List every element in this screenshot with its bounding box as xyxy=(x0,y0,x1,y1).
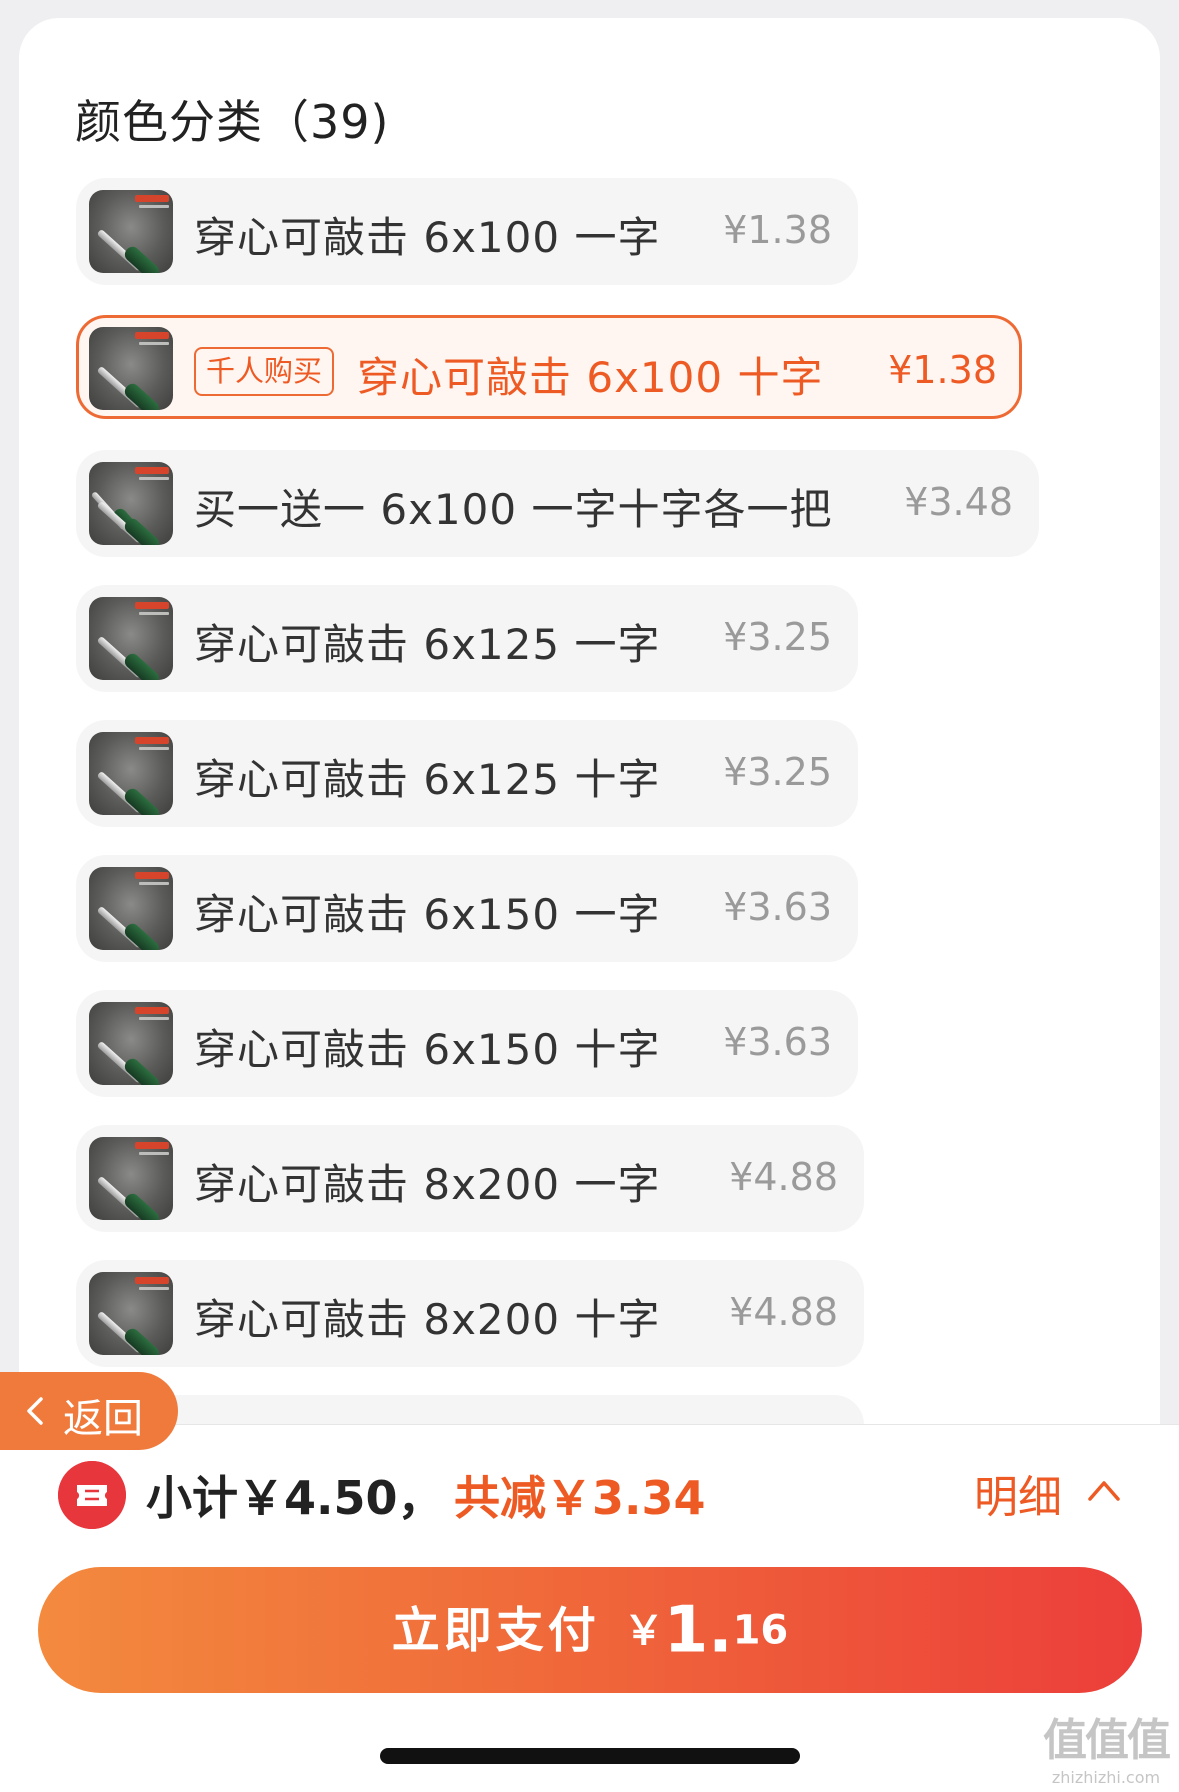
popular-badge: 千人购买 xyxy=(194,347,335,396)
subtotal-text: 小计￥4.50， xyxy=(146,1471,444,1525)
section-title: 颜色分类（39) xyxy=(75,95,390,149)
sku-option-price: ¥4.88 xyxy=(729,1155,838,1199)
product-thumbnail xyxy=(89,327,173,410)
sku-option-price: ¥1.38 xyxy=(888,348,997,392)
sku-option-label: 穿心可敲击 6x150 一字 xyxy=(194,890,661,939)
chevron-left-icon xyxy=(27,1397,43,1425)
product-thumbnail xyxy=(89,1002,173,1085)
sku-option-price: ¥3.63 xyxy=(723,885,832,929)
sku-option-label: 穿心可敲击 6x100 一字 xyxy=(194,213,661,262)
watermark: 值值值 zhizhizhi.com xyxy=(1043,1704,1171,1787)
sku-option-price: ¥3.25 xyxy=(723,615,832,659)
pay-amount-int: 1. xyxy=(663,1593,733,1668)
chevron-up-icon xyxy=(1088,1481,1120,1501)
sku-option[interactable]: 买一送一 6x100 一字十字各一把 ¥3.48 xyxy=(76,450,1039,557)
product-thumbnail xyxy=(89,867,173,950)
sku-option-price: ¥1.38 xyxy=(723,208,832,252)
product-thumbnail xyxy=(89,597,173,680)
sku-option-price: ¥3.48 xyxy=(904,480,1013,524)
discount-text: 共减￥3.34 xyxy=(454,1471,706,1525)
sku-option-label: 穿心可敲击 6x100 十字 xyxy=(357,353,824,402)
sku-option[interactable]: 穿心可敲击 6x125 十字 ¥3.25 xyxy=(76,720,858,827)
sku-option-selected[interactable]: 千人购买 穿心可敲击 6x100 十字 ¥1.38 xyxy=(76,315,1022,419)
pay-currency: ￥ xyxy=(623,1607,664,1654)
product-thumbnail xyxy=(89,732,173,815)
pay-now-button[interactable]: 立即支付 ￥1.16 xyxy=(38,1567,1142,1693)
sku-option[interactable]: 穿心可敲击 8x200 十字 ¥4.88 xyxy=(76,1260,864,1367)
sku-option-label: 穿心可敲击 6x125 十字 xyxy=(194,755,661,804)
sku-option-price: ¥3.63 xyxy=(723,1020,832,1064)
watermark-text: 值值值 xyxy=(1043,1715,1171,1766)
detail-label: 明细 xyxy=(974,1472,1062,1523)
watermark-url: zhizhizhi.com xyxy=(1051,1768,1161,1787)
sku-option[interactable]: 穿心可敲击 6x100 一字 ¥1.38 xyxy=(76,178,858,285)
back-button[interactable]: 返回 xyxy=(0,1372,178,1450)
pay-label: 立即支付 xyxy=(391,1602,600,1659)
pay-amount-dec: 16 xyxy=(732,1607,789,1654)
checkout-bar: 小计￥4.50， 共减￥3.34 明细 立即支付 ￥1.16 xyxy=(0,1424,1179,1792)
product-thumbnail xyxy=(89,1272,173,1355)
sku-option-price: ¥3.25 xyxy=(723,750,832,794)
coupon-icon xyxy=(58,1461,126,1529)
sku-option[interactable]: 穿心可敲击 8x200 一字 ¥4.88 xyxy=(76,1125,864,1232)
product-thumbnail xyxy=(89,1137,173,1220)
sku-option-label: 穿心可敲击 8x200 一字 xyxy=(194,1160,661,1209)
sku-option-label: 穿心可敲击 6x125 一字 xyxy=(194,620,661,669)
back-label: 返回 xyxy=(63,1396,143,1442)
home-indicator xyxy=(380,1748,800,1764)
sku-option-price: ¥4.88 xyxy=(729,1290,838,1334)
product-thumbnail xyxy=(89,462,173,545)
product-thumbnail xyxy=(89,190,173,273)
detail-button[interactable]: 明细 xyxy=(974,1455,1134,1525)
sku-option-label: 穿心可敲击 8x200 十字 xyxy=(194,1295,661,1344)
sku-option[interactable]: 穿心可敲击 6x150 十字 ¥3.63 xyxy=(76,990,858,1097)
sku-option-label: 买一送一 6x100 一字十字各一把 xyxy=(194,485,833,534)
sku-option-label: 穿心可敲击 6x150 十字 xyxy=(194,1025,661,1074)
sku-option[interactable]: 穿心可敲击 6x125 一字 ¥3.25 xyxy=(76,585,858,692)
sku-option[interactable]: 穿心可敲击 6x150 一字 ¥3.63 xyxy=(76,855,858,962)
